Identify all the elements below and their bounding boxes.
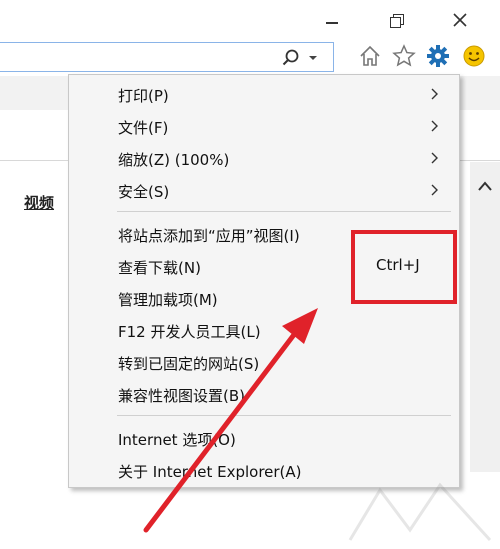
chevron-right-icon xyxy=(431,88,438,100)
search-icon[interactable] xyxy=(282,49,300,67)
menu-item-label: F12 开发人员工具(L) xyxy=(118,323,261,341)
menu-item-label: 文件(F) xyxy=(118,119,169,137)
menu-item-label: 将站点添加到“应用”视图(I) xyxy=(118,227,300,245)
menu-item-label: 兼容性视图设置(B) xyxy=(118,387,245,405)
chevron-right-icon xyxy=(431,152,438,164)
menu-item-label: 安全(S) xyxy=(118,183,170,201)
view-downloads-shortcut: Ctrl+J xyxy=(376,256,420,274)
address-bar[interactable] xyxy=(0,42,334,72)
chevron-right-icon xyxy=(431,120,438,132)
video-link[interactable]: 视频 xyxy=(24,192,54,213)
menu-item-label: 管理加载项(M) xyxy=(118,291,218,309)
menu-item-pinned-sites[interactable]: 转到已固定的网站(S) xyxy=(69,347,459,377)
menu-item-print[interactable]: 打印(P) xyxy=(69,79,459,109)
menu-item-safety[interactable]: 安全(S) xyxy=(69,175,459,205)
title-bar xyxy=(0,0,500,40)
address-row xyxy=(0,40,500,76)
vertical-scrollbar[interactable] xyxy=(470,162,500,472)
menu-item-f12-developer-tools[interactable]: F12 开发人员工具(L) xyxy=(69,315,459,345)
chevron-down-icon[interactable] xyxy=(308,53,318,63)
scroll-up-icon[interactable] xyxy=(478,180,492,192)
chevron-right-icon xyxy=(431,184,438,196)
restore-button[interactable] xyxy=(376,6,416,34)
minimize-button[interactable] xyxy=(312,6,352,34)
menu-item-label: 查看下载(N) xyxy=(118,259,201,277)
menu-separator xyxy=(117,211,451,212)
close-button[interactable] xyxy=(440,6,480,34)
menu-item-label: 转到已固定的网站(S) xyxy=(118,355,260,373)
menu-item-file[interactable]: 文件(F) xyxy=(69,111,459,141)
star-icon[interactable] xyxy=(392,44,416,68)
watermark-logo-icon xyxy=(348,482,492,542)
menu-item-label: 打印(P) xyxy=(118,87,169,105)
menu-item-compatibility-view[interactable]: 兼容性视图设置(B) xyxy=(69,379,459,409)
home-icon[interactable] xyxy=(358,44,382,68)
menu-item-label: 缩放(Z) (100%) xyxy=(118,151,230,169)
menu-item-label: Internet 选项(O) xyxy=(118,431,236,449)
smiley-icon[interactable] xyxy=(462,44,486,68)
menu-separator xyxy=(117,415,451,416)
menu-item-internet-options[interactable]: Internet 选项(O) xyxy=(69,423,459,453)
menu-item-zoom[interactable]: 缩放(Z) (100%) xyxy=(69,143,459,173)
close-icon xyxy=(453,13,467,27)
gear-icon[interactable] xyxy=(426,44,450,68)
menu-item-label: 关于 Internet Explorer(A) xyxy=(118,463,302,481)
